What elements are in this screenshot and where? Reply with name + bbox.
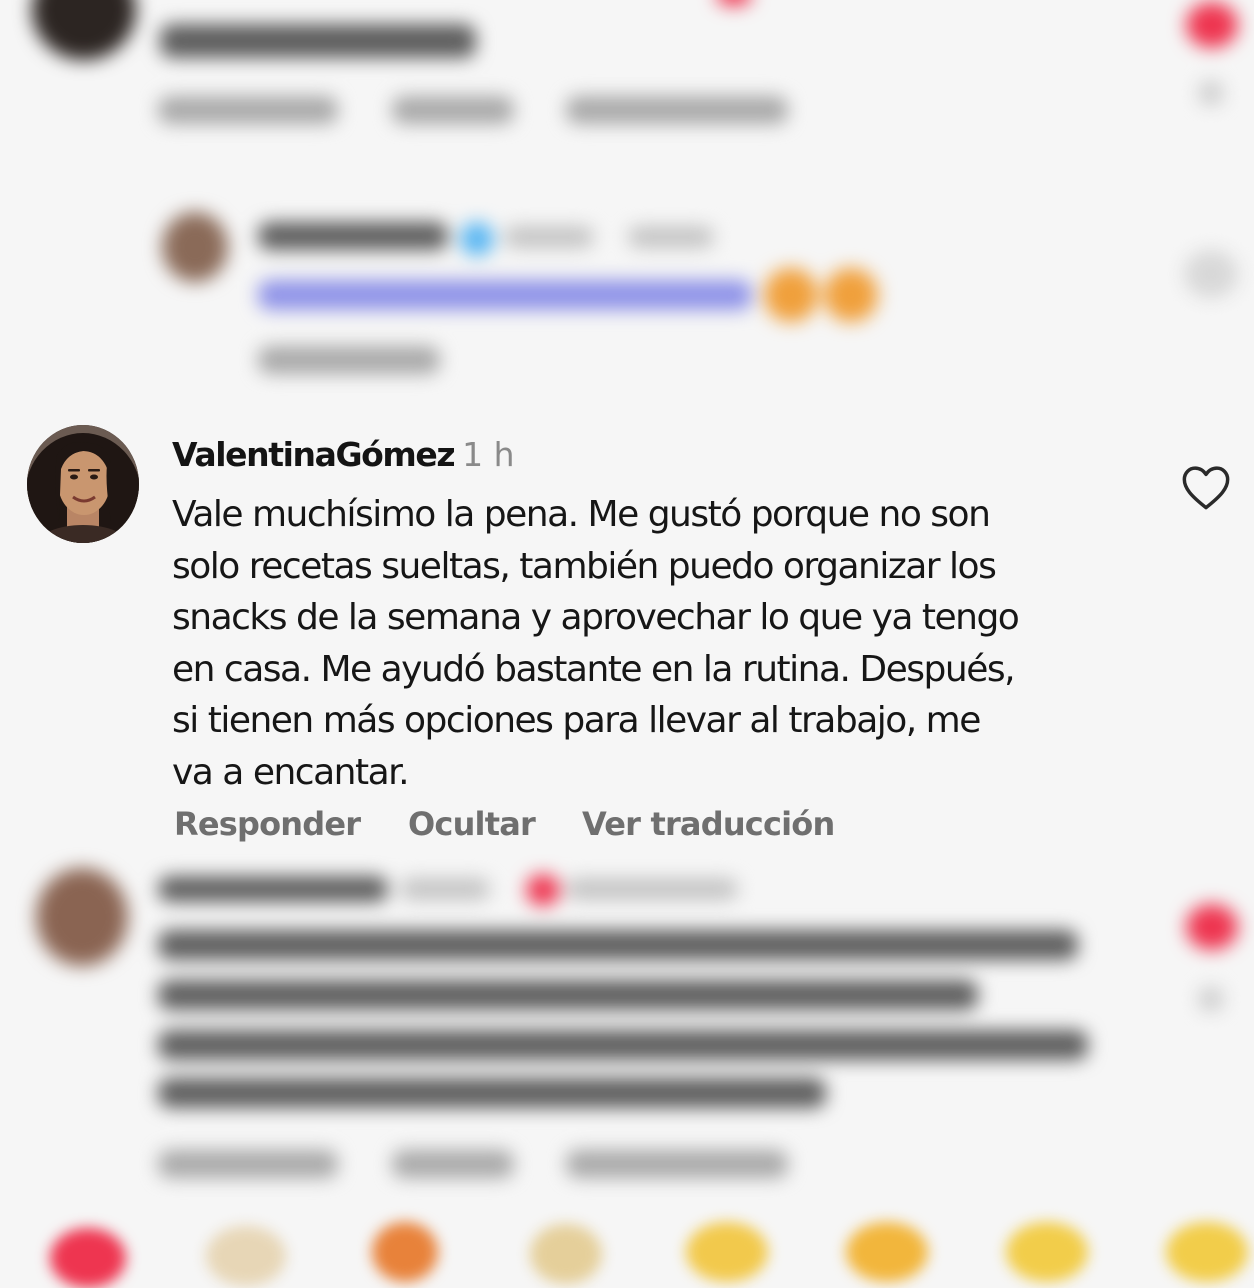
comment-line: en casa. Me ayudó bastante en la rutina.… <box>172 648 1016 690</box>
blurred-liked-by <box>566 878 738 900</box>
comment-line: va a encantar. <box>172 751 410 793</box>
hide-button[interactable]: Ocultar <box>408 805 536 843</box>
comment: ValentinaGómez 1 h Vale muchísimo la pena… <box>0 423 1254 868</box>
blurred-action <box>258 346 440 374</box>
verified-icon <box>460 222 494 256</box>
comment-time: 1 h <box>462 435 515 474</box>
blurred-mention <box>258 280 752 310</box>
like-count-dot <box>1198 80 1224 106</box>
blurred-action <box>392 1150 514 1178</box>
translate-button[interactable]: Ver traducción <box>582 805 835 843</box>
heart-outline-icon[interactable] <box>1180 463 1232 511</box>
avatar-photo <box>27 425 139 543</box>
heart-outline-icon[interactable] <box>1184 250 1238 298</box>
heart-eyes-emoji <box>764 268 818 322</box>
blurred-time <box>504 226 594 248</box>
blurred-comment-text <box>160 24 476 58</box>
reply-button[interactable]: Responder <box>174 805 361 843</box>
blurred-comment-text <box>158 1078 826 1108</box>
username-text[interactable]: ValentinaGómez <box>172 435 456 474</box>
avatar[interactable] <box>27 425 139 543</box>
comment-line: snacks de la semana y aprovechar lo que … <box>172 597 1020 639</box>
avatar <box>162 212 228 282</box>
raised-hands-emoji[interactable] <box>530 1224 602 1284</box>
blurred-action <box>158 96 338 124</box>
like-count-dot <box>1198 986 1224 1012</box>
blurred-action <box>158 1150 338 1178</box>
avatar <box>36 868 128 966</box>
blurred-comment-text <box>158 980 978 1010</box>
blurred-action <box>566 96 788 124</box>
comment-line: si tienen más opciones para llevar al tr… <box>172 700 981 742</box>
surprised-face-emoji[interactable] <box>1006 1222 1088 1282</box>
heart-emoji[interactable] <box>50 1228 126 1288</box>
blurred-edit <box>628 226 714 248</box>
heart-eyes-emoji <box>824 268 878 322</box>
blurred-username <box>258 222 448 250</box>
blurred-username <box>158 876 388 902</box>
comment-line: solo recetas sueltas, también puedo orga… <box>172 545 997 587</box>
heart-eyes-emoji[interactable] <box>846 1222 928 1282</box>
heart-emoji <box>526 874 560 906</box>
heart-filled-icon[interactable] <box>1186 2 1238 48</box>
avatar <box>32 0 136 60</box>
fire-emoji[interactable] <box>372 1222 438 1282</box>
comment-username[interactable]: ValentinaGómez 1 h <box>172 435 515 474</box>
blurred-time <box>400 878 490 900</box>
laughing-face-emoji[interactable] <box>1166 1222 1248 1282</box>
crying-face-emoji[interactable] <box>686 1222 768 1282</box>
comment-body: Vale muchísimo la pena. Me gustó porque … <box>172 489 1102 799</box>
heart-filled-icon[interactable] <box>1186 904 1238 950</box>
blurred-action <box>392 96 514 124</box>
blurred-comment-text <box>158 1030 1088 1060</box>
blurred-comment-text <box>158 930 1078 960</box>
clap-emoji[interactable] <box>206 1226 286 1286</box>
heart-emoji <box>716 0 752 6</box>
comment-line: Vale muchísimo la pena. Me gustó porque … <box>172 494 991 535</box>
blurred-action <box>566 1150 788 1178</box>
